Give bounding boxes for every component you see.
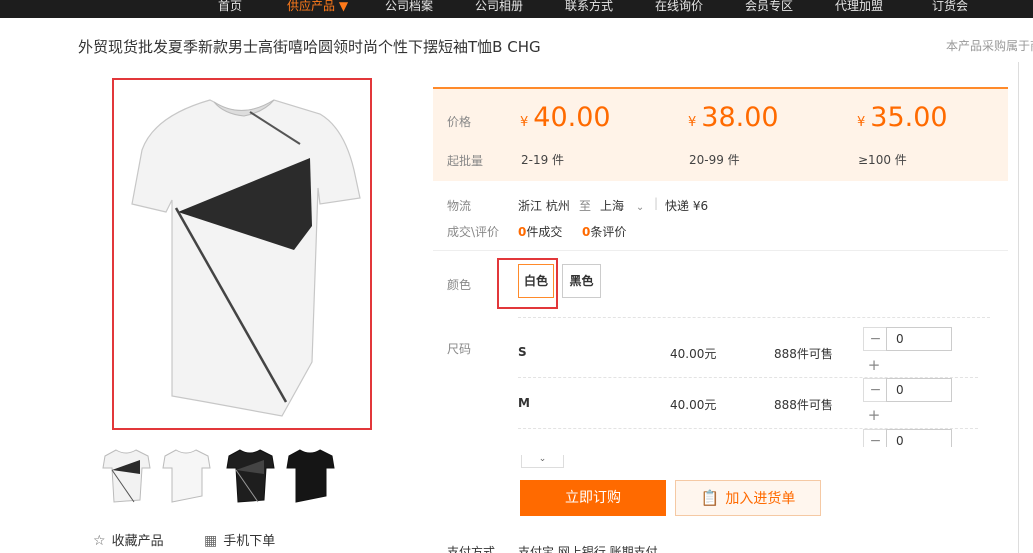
thumbnail-3[interactable] — [222, 446, 278, 506]
chevron-down-icon: ⌄ — [635, 202, 645, 213]
thumb-white-back-image — [162, 449, 211, 503]
size-label: 尺码 — [447, 342, 472, 356]
nav-item-profile[interactable]: 公司档案 — [385, 0, 433, 18]
review-count[interactable]: 0条评价 — [582, 223, 626, 240]
deals-label: 成交\评价 — [447, 225, 500, 239]
divider — [433, 250, 1008, 251]
qrcode-icon: ▦ — [204, 533, 218, 549]
favorite-product-link[interactable]: ☆ 收藏产品 — [93, 530, 164, 549]
nav-item-inquiry[interactable]: 在线询价 — [655, 0, 703, 18]
quantity-input-m[interactable]: 0 — [886, 378, 952, 402]
top-nav: 首页 供应产品 ▼ 公司档案 公司相册 联系方式 在线询价 会员专区 代理加盟 … — [0, 0, 1033, 18]
color-label: 颜色 — [447, 278, 472, 292]
main-product-image[interactable] — [112, 78, 372, 430]
payment-label: 支付方式 — [447, 545, 496, 553]
side-scrollbar[interactable] — [1018, 62, 1033, 553]
tier-range-1: 2-19 件 — [521, 153, 565, 167]
quantity-input-s[interactable]: 0 — [886, 327, 952, 351]
quantity-input-3[interactable]: 0 — [886, 429, 952, 447]
divider — [518, 317, 990, 318]
quantity-stepper-s: − 0 — [863, 327, 953, 351]
plus-icon[interactable]: + — [864, 405, 884, 425]
thumb-black-back-image — [286, 449, 335, 503]
size-name-m: M — [518, 396, 530, 410]
nav-item-agency[interactable]: 代理加盟 — [835, 0, 883, 18]
tier-price-3: ¥35.00 — [857, 102, 948, 133]
tier-range-3: ≥100 件 — [858, 153, 907, 167]
moq-label: 起批量 — [447, 154, 484, 168]
thumbnail-4[interactable] — [282, 446, 338, 506]
tier-price-2: ¥38.00 — [688, 102, 779, 133]
quantity-stepper-m: − 0 — [863, 378, 953, 402]
logistics-label: 物流 — [447, 199, 472, 213]
origin-city: 浙江 杭州 — [518, 199, 570, 213]
nav-item-products[interactable]: 供应产品 ▼ — [287, 0, 348, 18]
nav-item-contact[interactable]: 联系方式 — [565, 0, 613, 18]
mobile-order-link[interactable]: ▦ 手机下单 — [204, 530, 275, 549]
tier-range-2: 20-99 件 — [689, 153, 740, 167]
nav-item-album[interactable]: 公司相册 — [475, 0, 523, 18]
chevron-down-icon: ⌄ — [538, 454, 547, 464]
minus-icon[interactable]: − — [863, 378, 887, 402]
nav-item-trade-fair[interactable]: 订货会 — [932, 0, 968, 18]
thumbnail-2[interactable] — [158, 446, 214, 506]
add-to-cart-label: 加入进货单 — [725, 491, 796, 507]
size-price-s: 40.00元 — [670, 347, 717, 361]
favorite-label: 收藏产品 — [111, 534, 164, 549]
minus-icon[interactable]: − — [863, 327, 887, 351]
payment-methods: 支付宝 网上银行 账期支付 ⌄ — [518, 543, 670, 553]
size-name-s: S — [518, 345, 527, 359]
price-label: 价格 — [447, 115, 472, 129]
tier-price-1: ¥40.00 — [520, 102, 611, 133]
thumb-white-front-image — [102, 449, 151, 503]
tshirt-white-image — [131, 99, 361, 417]
procurement-note: 本产品采购属于商 — [946, 39, 1033, 53]
sold-count: 0件成交 — [518, 225, 563, 239]
nav-item-members[interactable]: 会员专区 — [745, 0, 793, 18]
destination-select[interactable]: 上海 ⌄ — [600, 197, 644, 214]
size-price-m: 40.00元 — [670, 398, 717, 412]
express-fee: 快递 ¥6 — [665, 199, 709, 213]
expand-sizes-button[interactable]: ⌄ — [521, 455, 564, 468]
size-stock-m: 888件可售 — [774, 398, 833, 412]
clipboard-icon: 📋 — [700, 489, 720, 507]
minus-icon[interactable]: − — [863, 429, 887, 447]
color-option-black[interactable]: 黑色 — [562, 264, 601, 298]
size-stock-s: 888件可售 — [774, 347, 833, 361]
quantity-stepper-3: − 0 — [863, 429, 953, 447]
buy-now-button[interactable]: 立即订购 — [520, 480, 666, 516]
logistics-separator: | — [654, 196, 659, 210]
thumb-black-front-image — [226, 449, 275, 503]
plus-icon[interactable]: + — [864, 355, 884, 375]
star-icon: ☆ — [93, 533, 106, 549]
mobile-order-label: 手机下单 — [223, 534, 276, 549]
nav-item-home[interactable]: 首页 — [218, 0, 242, 18]
price-box: 价格 起批量 ¥40.00 ¥38.00 ¥35.00 2-19 件 20-99… — [433, 87, 1008, 181]
to-word: 至 — [579, 199, 592, 213]
color-option-white[interactable]: 白色 — [518, 264, 554, 298]
thumbnail-1[interactable] — [98, 446, 154, 506]
add-to-cart-button[interactable]: 📋 加入进货单 — [675, 480, 821, 516]
product-title: 外贸现货批发夏季新款男士高街嘻哈圆领时尚个性下摆短袖T恤B CHG — [78, 38, 541, 56]
chevron-down-icon: ⌄ — [661, 548, 669, 553]
